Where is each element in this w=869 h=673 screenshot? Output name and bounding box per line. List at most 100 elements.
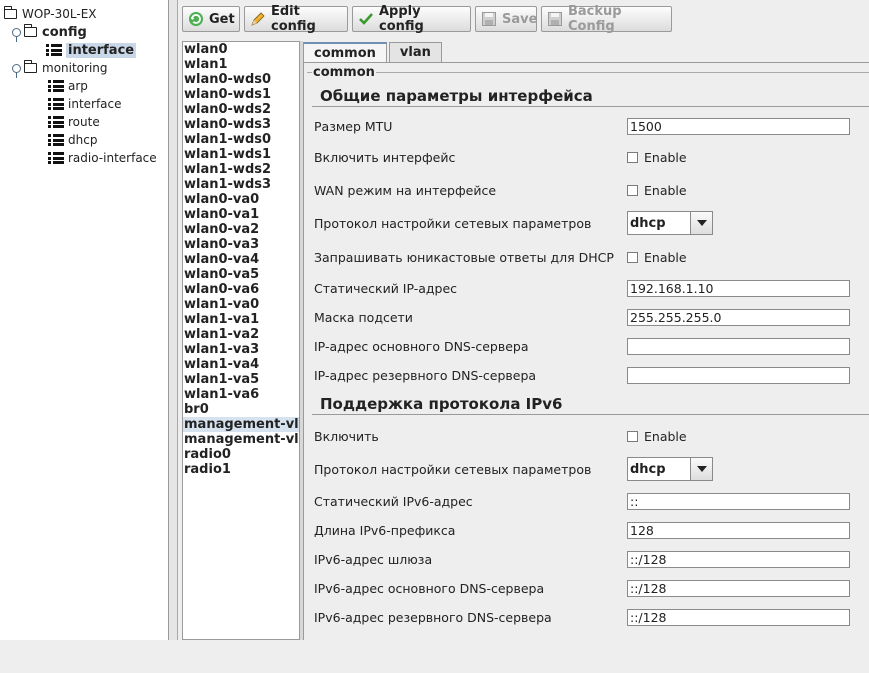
- wan-mode-label: WAN режим на интерфейсе: [314, 183, 497, 198]
- list-item[interactable]: wlan0-va0: [183, 192, 299, 207]
- section-divider: [312, 106, 869, 107]
- tree-node-config[interactable]: config: [12, 23, 87, 42]
- checkmark-icon: [358, 11, 374, 27]
- tree-root[interactable]: WOP-30L-EX: [3, 5, 97, 23]
- floppy-disk-icon: [481, 11, 497, 27]
- tab-common[interactable]: common: [303, 42, 387, 63]
- ipv6-secondary-dns-input[interactable]: ::/128: [627, 609, 850, 626]
- netmask-input[interactable]: 255.255.255.0: [627, 309, 850, 326]
- checkbox-box[interactable]: [627, 431, 638, 442]
- backup-config-button[interactable]: Backup Config: [541, 4, 672, 34]
- tree-node-monitoring[interactable]: monitoring: [12, 59, 108, 78]
- pencil-icon: [250, 11, 266, 27]
- list-item[interactable]: wlan0-wds2: [183, 102, 299, 117]
- expand-handle-icon[interactable]: [12, 27, 21, 42]
- dhcp-unicast-checkbox[interactable]: Enable: [627, 250, 687, 265]
- list-item[interactable]: wlan1-wds3: [183, 177, 299, 192]
- get-button[interactable]: Get: [182, 6, 240, 32]
- list-item[interactable]: wlan1-wds2: [183, 162, 299, 177]
- refresh-icon: [188, 11, 204, 27]
- list-item[interactable]: wlan0: [183, 42, 299, 57]
- list-item[interactable]: wlan1-wds1: [183, 147, 299, 162]
- list-icon: [46, 44, 62, 56]
- list-item[interactable]: wlan0-va4: [183, 252, 299, 267]
- list-item[interactable]: wlan0-va6: [183, 282, 299, 297]
- secondary-dns-input[interactable]: [627, 367, 850, 384]
- list-item[interactable]: wlan0-va1: [183, 207, 299, 222]
- primary-dns-input[interactable]: [627, 338, 850, 355]
- tree-node-interface-monitoring[interactable]: interface: [48, 95, 122, 113]
- tree-node-interface-config[interactable]: interface: [46, 41, 137, 59]
- save-button-label: Save: [502, 11, 538, 27]
- list-item[interactable]: wlan0-va2: [183, 222, 299, 237]
- secondary-dns-label: IP-адрес резервного DNS-сервера: [314, 368, 537, 383]
- list-icon: [48, 116, 64, 128]
- list-item[interactable]: wlan0-va5: [183, 267, 299, 282]
- tree-node-label: arp: [68, 79, 88, 93]
- enable-interface-checkbox[interactable]: Enable: [627, 150, 687, 165]
- static-ip-input[interactable]: 192.168.1.10: [627, 280, 850, 297]
- list-item[interactable]: wlan1: [183, 57, 299, 72]
- checkbox-box[interactable]: [627, 152, 638, 163]
- list-item[interactable]: management-vla: [183, 432, 299, 447]
- apply-config-button[interactable]: Apply config: [352, 4, 471, 34]
- ipv6-primary-dns-input[interactable]: ::/128: [627, 580, 850, 597]
- list-item[interactable]: wlan1-va2: [183, 327, 299, 342]
- tree-root-label: WOP-30L-EX: [22, 7, 97, 21]
- tree-node-label: dhcp: [68, 133, 98, 147]
- ipv6-gateway-label: IPv6-адрес шлюза: [314, 552, 433, 567]
- checkbox-box[interactable]: [627, 185, 638, 196]
- wan-mode-checkbox[interactable]: Enable: [627, 183, 687, 198]
- netmask-label: Маска подсети: [314, 310, 413, 325]
- save-button[interactable]: Save: [475, 6, 537, 32]
- ipv6-prefix-input[interactable]: 128: [627, 522, 850, 539]
- mtu-input[interactable]: 1500: [627, 118, 850, 135]
- folder-icon: [3, 6, 17, 19]
- tree-node-arp[interactable]: arp: [48, 77, 88, 95]
- list-icon: [48, 80, 64, 92]
- list-item[interactable]: wlan0-wds1: [183, 87, 299, 102]
- navigation-tree: WOP-30L-EX config interface monitoring a…: [0, 0, 169, 640]
- expand-handle-icon[interactable]: [12, 63, 21, 78]
- list-item[interactable]: wlan1-wds0: [183, 132, 299, 147]
- tree-node-monitoring-label: monitoring: [42, 61, 108, 75]
- folder-icon: [23, 60, 37, 73]
- group-title: common: [312, 65, 376, 80]
- ipv6-protocol-select[interactable]: dhcp: [627, 457, 713, 481]
- checkbox-box[interactable]: [627, 252, 638, 263]
- tree-node-radio-interface[interactable]: radio-interface: [48, 149, 157, 167]
- tree-node-dhcp[interactable]: dhcp: [48, 131, 97, 149]
- protocol-label: Протокол настройки сетевых параметров: [314, 216, 592, 231]
- list-item[interactable]: wlan1-va5: [183, 372, 299, 387]
- interface-list[interactable]: wlan0 wlan1 wlan0-wds0 wlan0-wds1 wlan0-…: [182, 41, 300, 640]
- list-item[interactable]: radio0: [183, 447, 299, 462]
- list-item[interactable]: wlan1-va1: [183, 312, 299, 327]
- static-ipv6-input[interactable]: ::: [627, 493, 850, 510]
- section-title-ipv6: Поддержка протокола IPv6: [320, 395, 563, 413]
- edit-config-button[interactable]: Edit config: [244, 4, 348, 34]
- chevron-down-icon[interactable]: [690, 458, 712, 480]
- tree-node-route[interactable]: route: [48, 113, 100, 131]
- ipv6-enable-checkbox[interactable]: Enable: [627, 429, 687, 444]
- list-item[interactable]: wlan0-wds3: [183, 117, 299, 132]
- folder-icon: [23, 24, 37, 37]
- chevron-down-icon[interactable]: [690, 212, 712, 234]
- section-title-general: Общие параметры интерфейса: [320, 87, 593, 105]
- static-ip-label: Статический IP-адрес: [314, 281, 458, 296]
- backup-config-button-label: Backup Config: [568, 4, 622, 34]
- list-item[interactable]: wlan1-va0: [183, 297, 299, 312]
- list-item[interactable]: radio1: [183, 462, 299, 477]
- dhcp-unicast-label: Запрашивать юникастовые ответы для DHCP: [314, 250, 614, 265]
- protocol-select[interactable]: dhcp: [627, 211, 713, 235]
- tree-node-label: radio-interface: [68, 151, 157, 165]
- list-item[interactable]: wlan0-va3: [183, 237, 299, 252]
- list-item[interactable]: wlan0-wds0: [183, 72, 299, 87]
- tab-vlan[interactable]: vlan: [388, 42, 442, 62]
- list-item[interactable]: wlan1-va6: [183, 387, 299, 402]
- list-item[interactable]: wlan1-va3: [183, 342, 299, 357]
- list-item[interactable]: wlan1-va4: [183, 357, 299, 372]
- list-item[interactable]: br0: [183, 402, 299, 417]
- list-item-selected[interactable]: management-vla: [183, 417, 299, 432]
- splitter-handle[interactable]: [169, 0, 178, 640]
- ipv6-gateway-input[interactable]: ::/128: [627, 551, 850, 568]
